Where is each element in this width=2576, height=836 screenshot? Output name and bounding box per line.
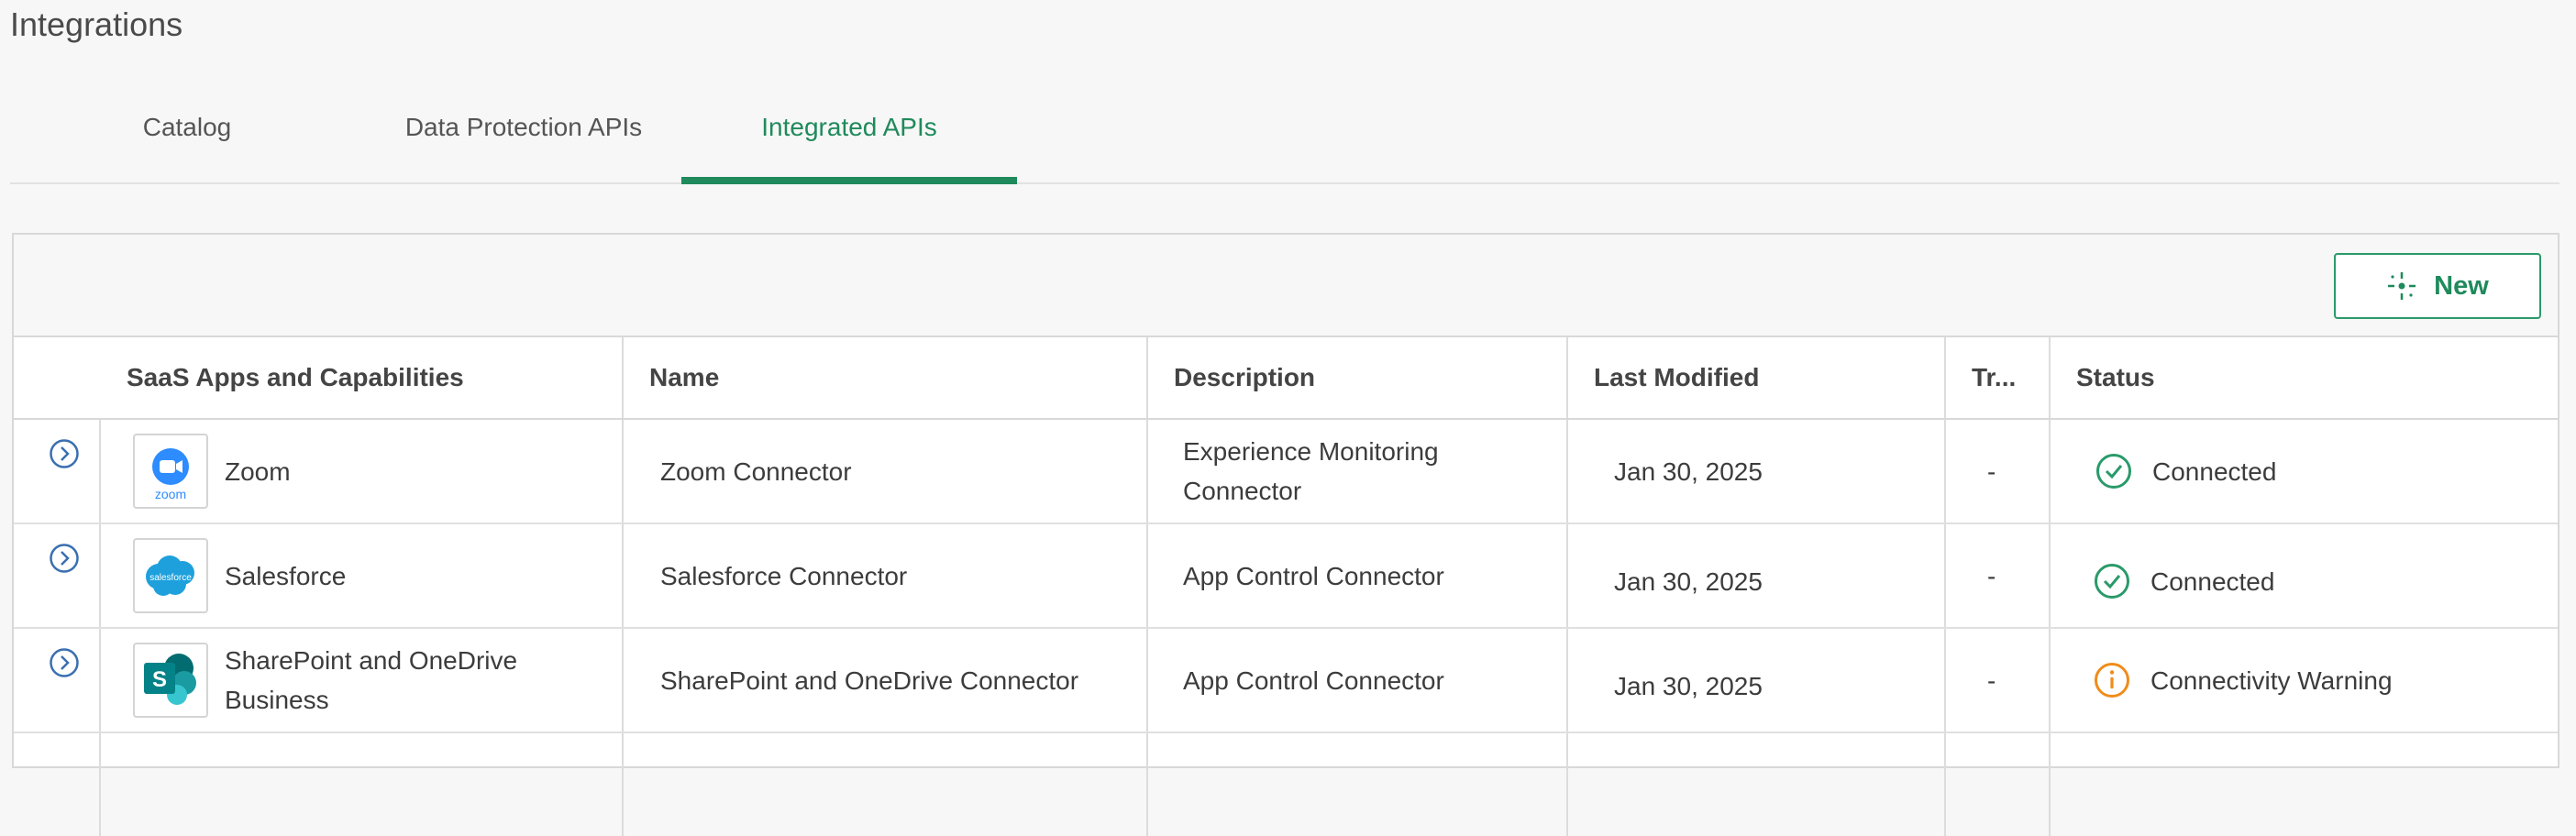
column-header-last-modified[interactable]: Last Modified [1568,337,1944,418]
svg-text:zoom: zoom [155,487,186,501]
status-text: Connectivity Warning [2150,666,2393,695]
table-header: SaaS Apps and Capabilities Name Descript… [14,337,2558,420]
column-header-tr[interactable]: Tr... [1946,337,2049,418]
salesforce-logo-icon: salesforce [133,538,208,613]
app-name: Zoom [225,456,291,486]
integrations-table: SaaS Apps and Capabilities Name Descript… [14,337,2558,836]
last-modified: Jan 30, 2025 [1614,671,1763,700]
tr-value: - [1987,561,1996,590]
expand-row-icon[interactable] [49,438,80,469]
integrations-panel: New SaaS Apps and Capabilities Name Desc… [12,233,2559,836]
connector-description: App Control Connector [1183,666,1444,695]
svg-text:S: S [152,667,167,692]
column-header-saas-apps[interactable]: SaaS Apps and Capabilities [101,337,622,418]
table-row[interactable] [14,733,2558,836]
column-header-status[interactable]: Status [2051,337,2555,418]
tab-data-protection-apis[interactable]: Data Protection APIs [372,105,675,182]
tr-value: - [1987,666,1996,695]
connector-description: Experience Monitoring Connector [1183,437,1439,505]
status-text: Connected [2150,566,2275,596]
column-header-description[interactable]: Description [1148,337,1566,418]
svg-text:salesforce: salesforce [149,573,192,583]
sharepoint-logo-icon: S [133,643,208,718]
check-circle-icon [2095,564,2129,599]
table-row[interactable]: salesforce Salesforce Salesforce Connect… [14,524,2558,629]
column-header-name[interactable]: Name [624,337,1146,418]
zoom-logo-icon: zoom [133,434,208,509]
status-text: Connected [2152,456,2277,486]
new-button[interactable]: New [2334,253,2541,319]
page-title: Integrations [10,6,183,43]
last-modified: Jan 30, 2025 [1614,456,1763,486]
table-row[interactable]: S SharePoint and OneDrive Business Share… [14,629,2558,733]
connector-description: App Control Connector [1183,561,1444,590]
table-row[interactable]: zoom Zoom Zoom Connector Experience Moni… [14,420,2558,524]
expand-row-icon[interactable] [49,647,80,678]
connector-name: Zoom Connector [660,456,852,486]
connector-name: Salesforce Connector [660,561,908,590]
tab-integrated-apis[interactable]: Integrated APIs [681,105,1017,184]
check-circle-icon [2096,454,2131,489]
app-name: Salesforce [225,561,347,590]
sparkle-icon [2388,272,2416,300]
last-modified: Jan 30, 2025 [1614,566,1763,596]
toolbar: New [14,235,2558,337]
expand-row-icon[interactable] [49,543,80,574]
tr-value: - [1987,456,1996,486]
tab-bar: Catalog Data Protection APIs Integrated … [10,105,2559,184]
warning-info-icon [2095,663,2129,698]
new-button-label: New [2434,270,2489,301]
tab-catalog[interactable]: Catalog [120,105,254,182]
app-name: SharePoint and OneDrive Business [225,646,518,714]
connector-name: SharePoint and OneDrive Connector [660,666,1079,695]
